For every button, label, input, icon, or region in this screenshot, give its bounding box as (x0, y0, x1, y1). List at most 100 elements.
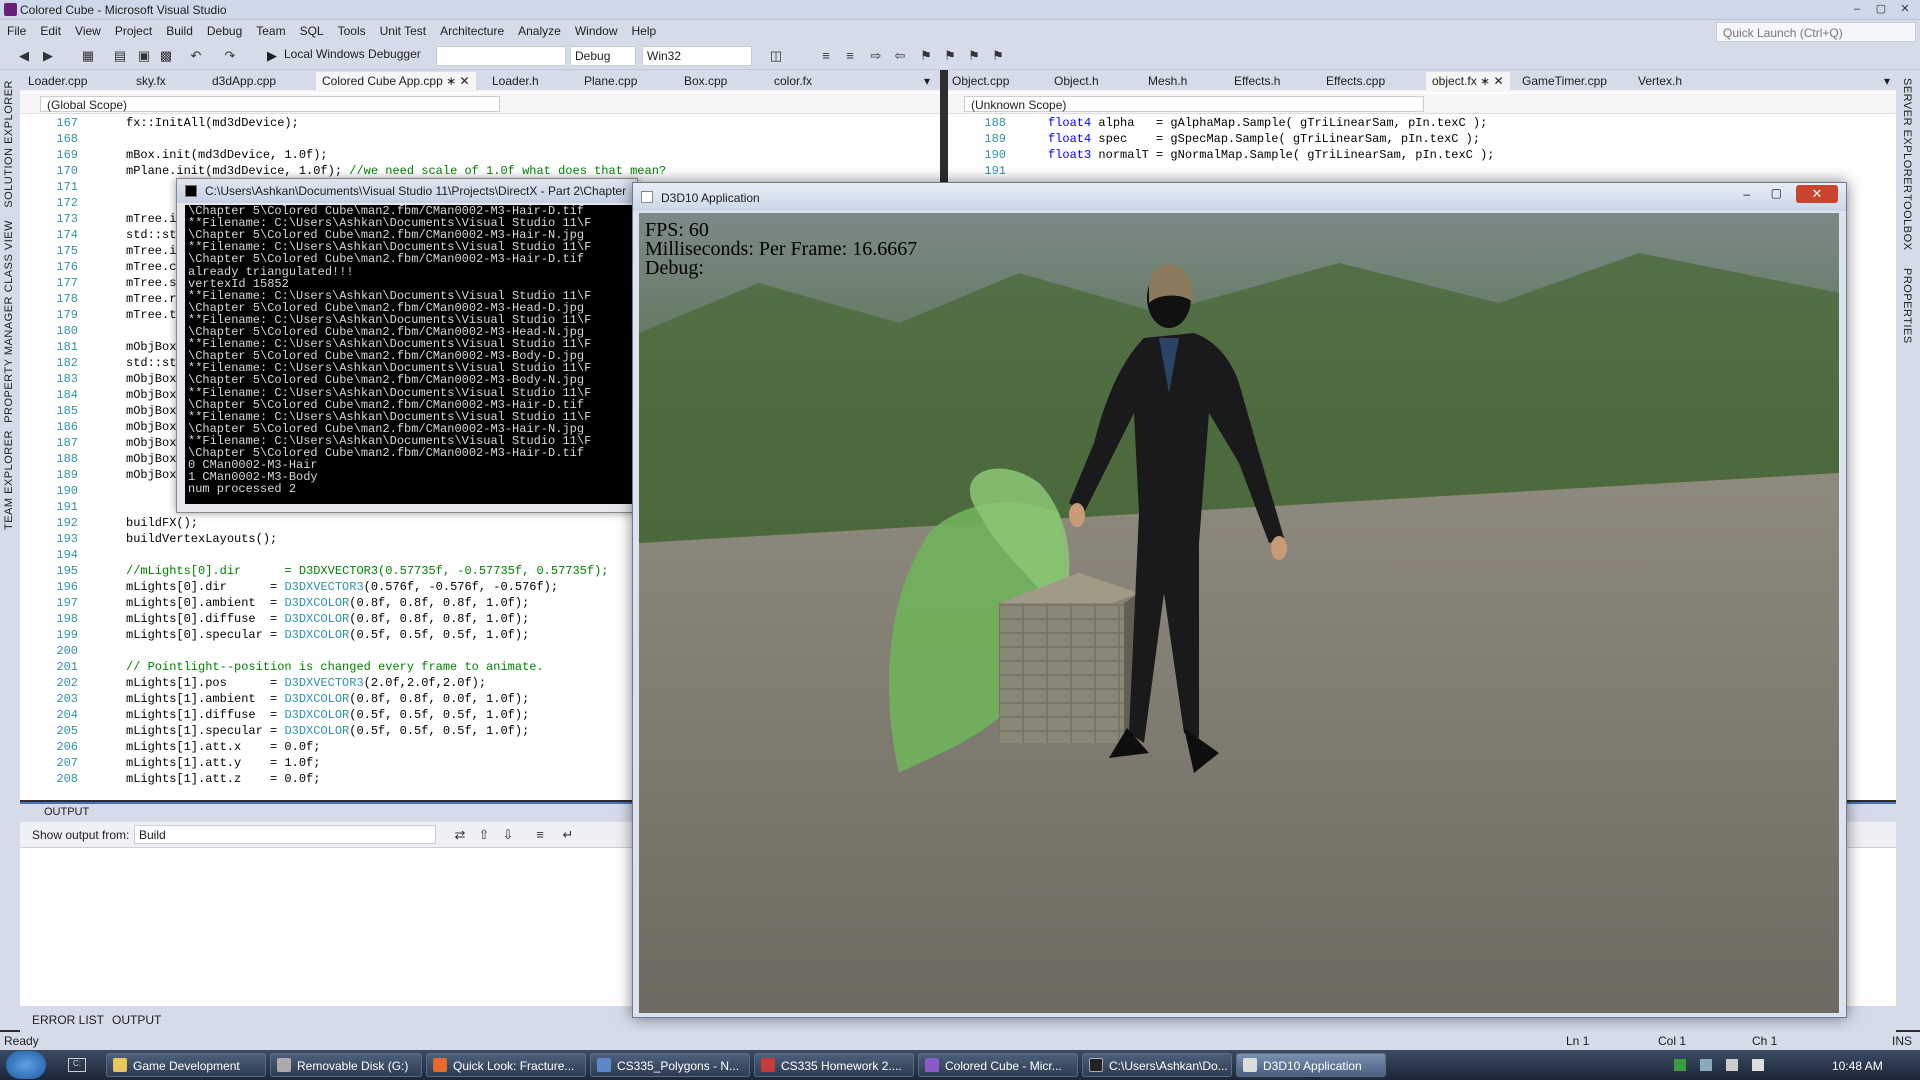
menu-architecture[interactable]: Architecture (433, 20, 511, 38)
properties-tab[interactable]: PROPERTIES (1901, 268, 1913, 344)
prev-message-icon[interactable]: ⇧ (476, 827, 492, 843)
tab-object-h[interactable]: Object.h (1054, 74, 1099, 88)
pin-icon[interactable]: ∗ (446, 74, 456, 88)
tray-icon[interactable] (1700, 1059, 1712, 1071)
tab-loader-h[interactable]: Loader.h (492, 74, 539, 88)
start-button[interactable] (6, 1051, 46, 1079)
class-view-tab[interactable]: CLASS VIEW (3, 220, 15, 292)
new-project-icon[interactable]: ▦ (80, 48, 96, 64)
solution-explorer-tab[interactable]: SOLUTION EXPLORER (3, 80, 15, 208)
start-debugging-icon[interactable]: ▶ (264, 48, 280, 64)
clear-all-icon[interactable]: ≡ (532, 827, 548, 843)
menu-window[interactable]: Window (568, 20, 625, 38)
close-tab-icon[interactable]: ✕ (1493, 74, 1503, 88)
tab-overflow-icon[interactable]: ▾ (1884, 74, 1890, 88)
quick-launch-input[interactable]: Quick Launch (Ctrl+Q) (1716, 22, 1916, 42)
bookmark-icon[interactable]: ⚑ (918, 48, 934, 64)
menu-analyze[interactable]: Analyze (511, 20, 568, 38)
scope-dropdown[interactable]: (Unknown Scope) (964, 96, 1424, 112)
debugger-button[interactable]: Local Windows Debugger (284, 47, 421, 61)
find-message-icon[interactable]: ⇄ (452, 827, 468, 843)
menu-unit-test[interactable]: Unit Test (373, 20, 433, 38)
property-manager-tab[interactable]: PROPERTY MANAGER (3, 296, 15, 423)
menu-build[interactable]: Build (159, 20, 200, 38)
menu-file[interactable]: File (0, 20, 33, 38)
close-tab-icon[interactable]: ✕ (460, 74, 470, 88)
next-bookmark-icon[interactable]: ⚑ (966, 48, 982, 64)
redo-icon[interactable]: ↷ (222, 48, 238, 64)
tab-plane-cpp[interactable]: Plane.cpp (584, 74, 637, 88)
taskbar-item[interactable]: CS335_Polygons - N... (590, 1053, 750, 1077)
maximize-button[interactable]: ▢ (1771, 186, 1782, 200)
clear-bookmarks-icon[interactable]: ⚑ (990, 48, 1006, 64)
taskbar-item[interactable]: D3D10 Application (1236, 1053, 1386, 1077)
tab-colored-cube-app-cpp[interactable]: Colored Cube App.cpp ∗ ✕ (316, 72, 476, 92)
pin-icon[interactable]: ∗ (1480, 74, 1490, 88)
tab-mesh-h[interactable]: Mesh.h (1148, 74, 1187, 88)
menu-debug[interactable]: Debug (200, 20, 249, 38)
menu-edit[interactable]: Edit (33, 20, 68, 38)
scene-render (639, 213, 1839, 1013)
platform-select[interactable]: Win32 (642, 46, 752, 66)
tray-icon[interactable] (1674, 1059, 1686, 1071)
outdent-icon[interactable]: ⇦ (892, 48, 908, 64)
toolbox-tab[interactable]: TOOLBOX (1901, 194, 1913, 250)
taskbar-item[interactable]: Colored Cube - Micr... (918, 1053, 1078, 1077)
save-icon[interactable]: ▣ (136, 48, 152, 64)
output-source-select[interactable]: Build (134, 825, 436, 844)
render-viewport[interactable]: FPS: 60 Milliseconds: Per Frame: 16.6667… (639, 213, 1839, 1013)
tab-overflow-icon[interactable]: ▾ (924, 74, 930, 88)
close-button[interactable]: ✕ (1894, 1, 1916, 17)
team-explorer-tab[interactable]: TEAM EXPLORER (3, 430, 15, 530)
uncomment-icon[interactable]: ≡ (842, 48, 858, 64)
menu-team[interactable]: Team (249, 20, 292, 38)
tab-object-cpp[interactable]: Object.cpp (952, 74, 1009, 88)
menu-tools[interactable]: Tools (331, 20, 373, 38)
network-icon[interactable] (1726, 1059, 1738, 1071)
tab-sky-fx[interactable]: sky.fx (136, 74, 166, 88)
taskbar-item[interactable]: C:\Users\Ashkan\Do... (1082, 1053, 1232, 1077)
taskbar-item[interactable]: Removable Disk (G:) (270, 1053, 422, 1077)
tab-loader-cpp[interactable]: Loader.cpp (28, 74, 87, 88)
save-all-icon[interactable]: ▩ (158, 48, 174, 64)
tab-error-list[interactable]: ERROR LIST (32, 1013, 104, 1027)
tab-gametimer-cpp[interactable]: GameTimer.cpp (1522, 74, 1607, 88)
console-line: **Filename: C:\Users\Ashkan\Documents\Vi… (188, 288, 592, 303)
tab-effects-h[interactable]: Effects.h (1234, 74, 1280, 88)
tab-effects-cpp[interactable]: Effects.cpp (1326, 74, 1385, 88)
find-icon[interactable]: ◫ (768, 48, 784, 64)
taskbar-item[interactable]: CS335 Homework 2.... (754, 1053, 914, 1077)
configuration-select[interactable]: Debug (570, 46, 636, 66)
close-button[interactable]: ✕ (1796, 185, 1838, 203)
indent-icon[interactable]: ⇨ (868, 48, 884, 64)
menu-view[interactable]: View (68, 20, 108, 38)
server-explorer-tab[interactable]: SERVER EXPLORER (1901, 78, 1913, 194)
taskbar-item[interactable]: Quick Look: Fracture... (426, 1053, 586, 1077)
minimize-button[interactable]: – (1743, 187, 1750, 201)
menu-sql[interactable]: SQL (293, 20, 331, 38)
maximize-button[interactable]: ▢ (1870, 1, 1892, 17)
scope-dropdown[interactable]: (Global Scope) (40, 96, 500, 112)
comment-icon[interactable]: ≡ (818, 48, 834, 64)
taskbar-item[interactable]: Game Development (106, 1053, 266, 1077)
tab-vertex-h[interactable]: Vertex.h (1638, 74, 1682, 88)
word-wrap-icon[interactable]: ↵ (560, 827, 576, 843)
tab-color-fx[interactable]: color.fx (774, 74, 812, 88)
tab-box-cpp[interactable]: Box.cpp (684, 74, 727, 88)
cmd-pinned-icon[interactable]: C: (68, 1058, 86, 1072)
next-message-icon[interactable]: ⇩ (500, 827, 516, 843)
undo-icon[interactable]: ↶ (188, 48, 204, 64)
tab-object-fx[interactable]: object.fx ∗ ✕ (1426, 72, 1510, 92)
back-icon[interactable]: ◀ (16, 48, 32, 64)
menu-project[interactable]: Project (108, 20, 159, 38)
menu-help[interactable]: Help (625, 20, 664, 38)
open-file-icon[interactable]: ▤ (112, 48, 128, 64)
tab-output[interactable]: OUTPUT (112, 1013, 161, 1027)
forward-icon[interactable]: ▶ (40, 48, 56, 64)
solution-combo[interactable] (436, 46, 566, 66)
line-number: 208 (56, 772, 78, 786)
volume-icon[interactable] (1752, 1059, 1764, 1071)
tab-d3dapp-cpp[interactable]: d3dApp.cpp (212, 74, 276, 88)
prev-bookmark-icon[interactable]: ⚑ (942, 48, 958, 64)
minimize-button[interactable]: – (1846, 1, 1868, 17)
